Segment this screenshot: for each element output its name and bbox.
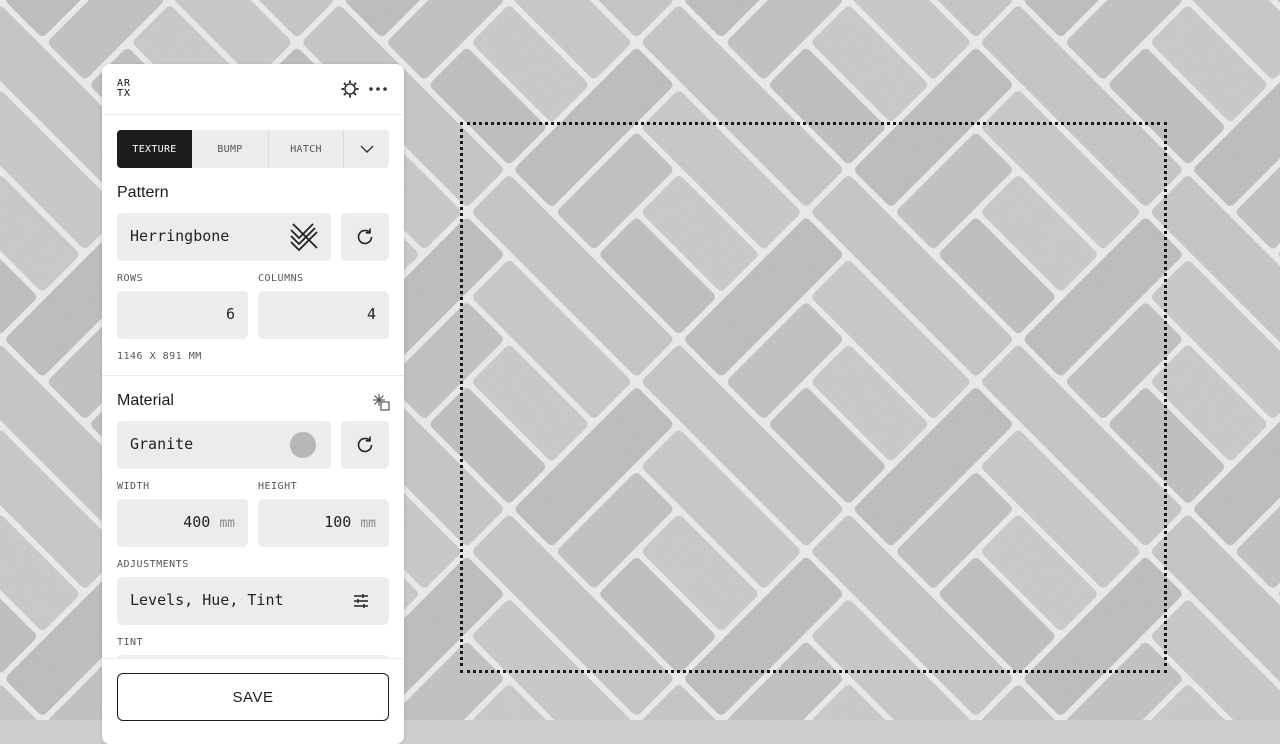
pattern-refresh-button[interactable] xyxy=(341,213,389,261)
height-input[interactable]: 100 mm xyxy=(258,499,389,547)
refresh-icon xyxy=(357,436,373,453)
panel-header: AR TX xyxy=(102,64,404,115)
columns-value: 4 xyxy=(366,305,376,323)
height-unit: mm xyxy=(360,516,376,531)
granite-swatch-icon xyxy=(290,432,316,458)
height-label: HEIGHT xyxy=(258,481,298,492)
rows-input[interactable]: 6 xyxy=(117,291,248,339)
material-value: Granite xyxy=(130,435,194,453)
pattern-value: Herringbone xyxy=(130,227,230,245)
herringbone-icon xyxy=(290,223,318,252)
section-divider xyxy=(102,375,404,376)
width-unit: mm xyxy=(219,516,235,531)
tab-bump[interactable]: BUMP xyxy=(192,130,269,168)
width-input[interactable]: 400 mm xyxy=(117,499,248,547)
logo-bottom: TX xyxy=(117,88,132,99)
pattern-dimensions: 1146 X 891 MM xyxy=(117,351,202,362)
material-title: Material xyxy=(117,392,174,409)
pattern-title: Pattern xyxy=(117,184,169,201)
chevron-down-icon xyxy=(360,145,373,153)
width-label: WIDTH xyxy=(117,481,150,492)
more-options-icon[interactable] xyxy=(368,79,388,99)
columns-label: COLUMNS xyxy=(258,273,304,284)
texture-selection-frame[interactable] xyxy=(460,122,1167,673)
app-logo: AR TX xyxy=(117,79,139,101)
adjustments-select[interactable]: Levels, Hue, Tint xyxy=(117,577,389,625)
material-library-icon[interactable] xyxy=(372,393,390,411)
tab-texture[interactable]: TEXTURE xyxy=(117,130,192,168)
height-value: 100 xyxy=(324,513,352,531)
save-button[interactable]: SAVE xyxy=(117,673,389,721)
material-select[interactable]: Granite xyxy=(117,421,331,469)
adjustments-value: Levels, Hue, Tint xyxy=(130,591,284,609)
adjustments-label: ADJUSTMENTS xyxy=(117,559,189,570)
material-refresh-button[interactable] xyxy=(341,421,389,469)
tint-label: TINT xyxy=(117,637,144,648)
refresh-icon xyxy=(357,228,373,245)
tab-hatch[interactable]: HATCH xyxy=(269,130,344,168)
texture-panel: AR TX TEXTURE BUMP HATCH Pattern Herring… xyxy=(102,64,404,744)
pattern-select[interactable]: Herringbone xyxy=(117,213,331,261)
tabs-more-dropdown[interactable] xyxy=(344,130,389,168)
width-value: 400 xyxy=(183,513,211,531)
rows-value: 6 xyxy=(225,305,235,323)
rows-label: ROWS xyxy=(117,273,144,284)
settings-icon[interactable] xyxy=(340,79,360,99)
sliders-icon xyxy=(354,594,368,608)
mode-tabs: TEXTURE BUMP HATCH xyxy=(117,130,389,168)
columns-input[interactable]: 4 xyxy=(258,291,389,339)
